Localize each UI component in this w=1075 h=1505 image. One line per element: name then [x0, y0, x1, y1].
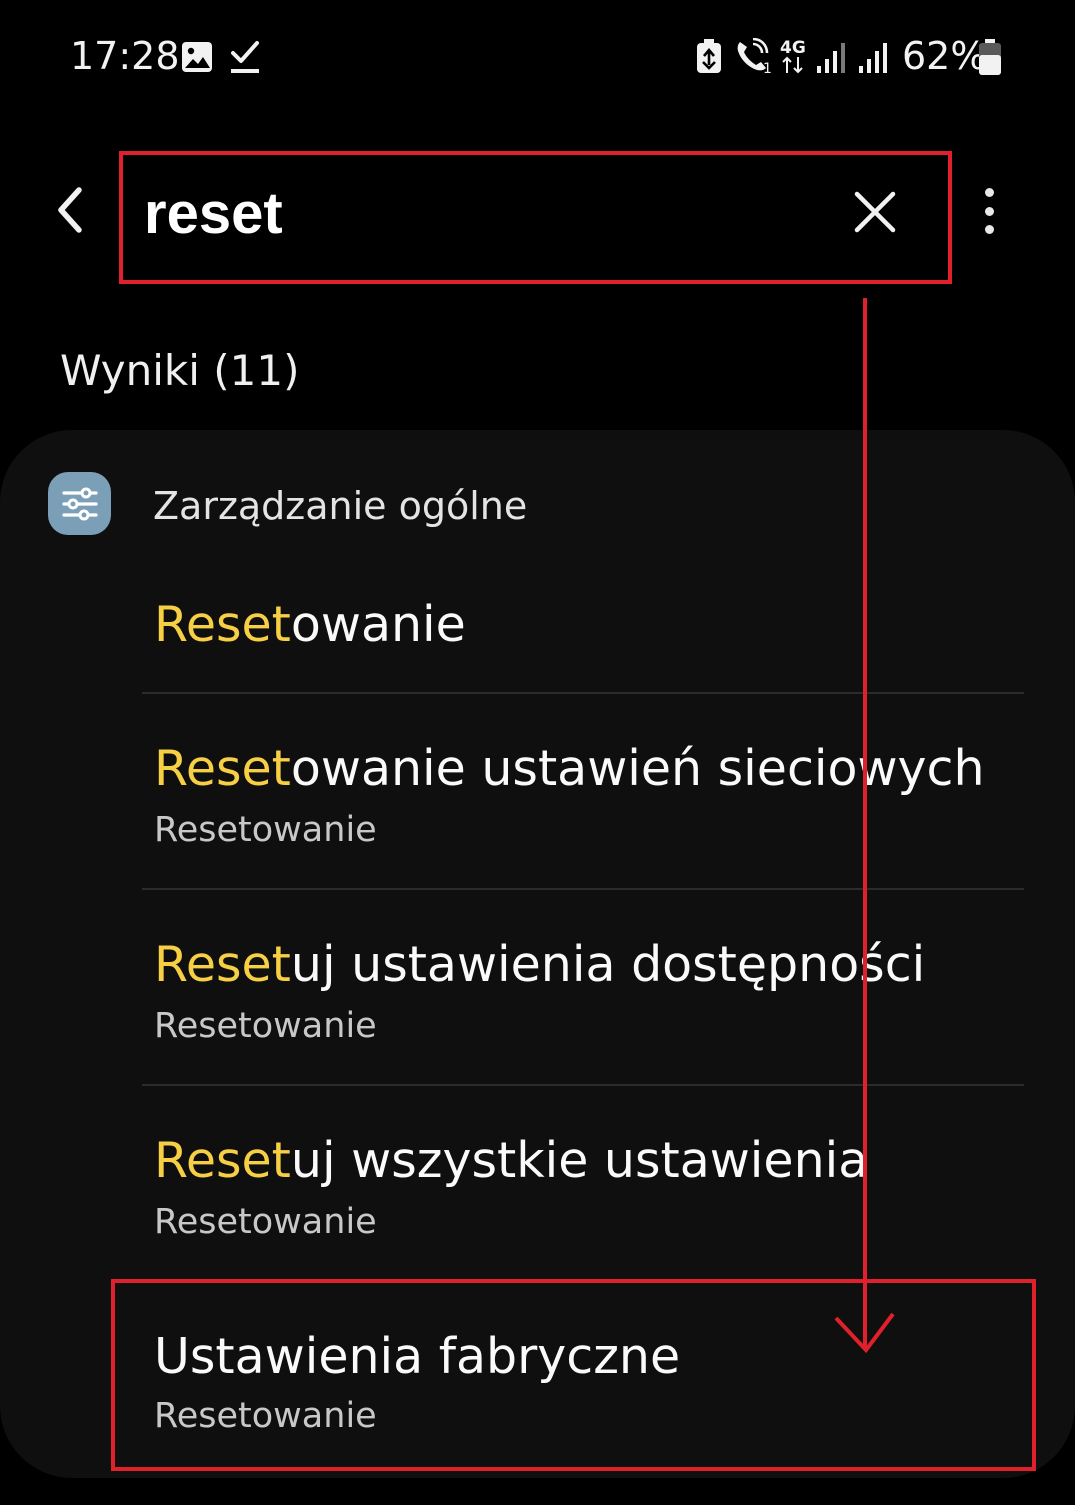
data-arrows-icon [782, 56, 803, 74]
result-title: Resetuj ustawienia dostępności [154, 936, 925, 993]
result-title-rest: uj ustawienia dostępności [290, 936, 926, 993]
close-icon [854, 191, 896, 233]
result-item-accessibility-reset[interactable]: Resetuj ustawienia dostępności Resetowan… [142, 890, 1024, 1084]
chevron-left-icon [58, 187, 82, 233]
result-item-reset-all-settings[interactable]: Resetuj wszystkie ustawienia Resetowanie [142, 1086, 1024, 1280]
result-title-highlight: Reset [154, 596, 291, 653]
image-icon [182, 42, 212, 72]
network-type: 4G [780, 38, 806, 58]
result-title-highlight: Reset [154, 936, 291, 993]
signal-icon [859, 43, 887, 73]
search-input[interactable] [144, 173, 824, 253]
more-options-button[interactable] [966, 178, 1012, 244]
result-subtitle: Resetowanie [154, 1396, 377, 1436]
result-title-rest: owanie [290, 596, 466, 653]
signal-icon [817, 43, 845, 73]
sliders-icon [61, 487, 98, 520]
result-title-rest: owanie ustawień sieciowych [290, 740, 985, 797]
download-done-icon [231, 41, 259, 73]
recycle-icon [697, 39, 721, 73]
result-subtitle: Resetowanie [154, 1006, 377, 1046]
result-title: Ustawienia fabryczne [154, 1328, 680, 1385]
result-item-resetowanie[interactable]: Resetowanie [142, 560, 1024, 692]
result-title-highlight: Reset [154, 740, 291, 797]
status-time: 17:28 [70, 34, 180, 78]
result-item-network-reset[interactable]: Resetowanie ustawień sieciowych Resetowa… [142, 694, 1024, 888]
category-icon-container [48, 472, 111, 535]
battery-icon [979, 39, 1001, 75]
svg-text:1: 1 [763, 61, 772, 74]
back-button[interactable] [40, 180, 100, 240]
category-label: Zarządzanie ogólne [153, 484, 528, 528]
result-subtitle: Resetowanie [154, 1202, 377, 1242]
search-field[interactable] [122, 153, 948, 281]
result-title-highlight: Reset [154, 1132, 291, 1189]
result-item-factory-reset[interactable]: Ustawienia fabryczne Resetowanie [142, 1282, 1024, 1472]
result-subtitle: Resetowanie [154, 810, 377, 850]
result-title-rest: uj wszystkie ustawienia [290, 1132, 869, 1189]
result-title-rest: Ustawienia fabryczne [154, 1328, 681, 1385]
battery-percent: 62% [902, 34, 987, 78]
result-title: Resetowanie ustawień sieciowych [154, 740, 985, 797]
results-count: Wyniki (11) [60, 346, 300, 395]
more-vertical-icon [984, 188, 994, 197]
clear-search-button[interactable] [844, 181, 906, 243]
result-title: Resetowanie [154, 596, 466, 653]
result-title: Resetuj wszystkie ustawienia [154, 1132, 868, 1189]
status-bar: 17:28 1 4G 62% [0, 0, 1075, 110]
wifi-call-icon: 1 [737, 38, 772, 74]
